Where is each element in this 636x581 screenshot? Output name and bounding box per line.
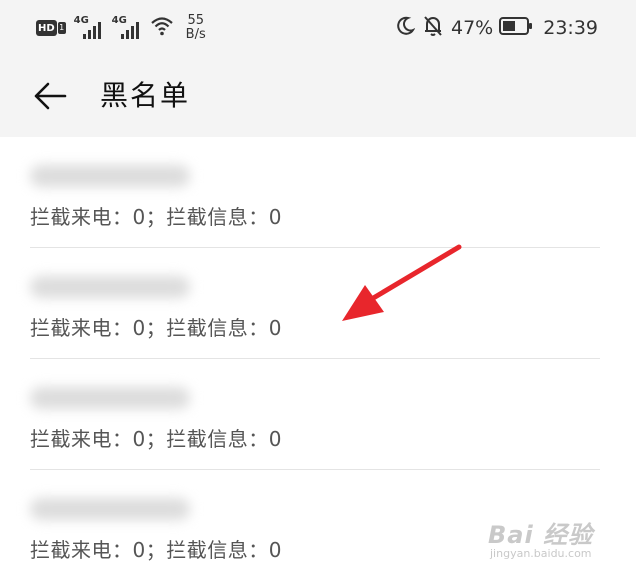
battery-percent: 47%	[451, 17, 494, 39]
blurred-phone-number	[30, 276, 190, 298]
blurred-phone-number	[30, 387, 190, 409]
speed-unit: B/s	[185, 27, 206, 42]
arrow-left-icon	[34, 82, 67, 110]
status-left: HD 1 4G 4G 55 B/s	[36, 13, 206, 43]
block-stats: 拦截来电：0；拦截信息：0	[30, 316, 282, 340]
network-speed: 55 B/s	[186, 14, 206, 42]
page-title: 黑名单	[100, 79, 191, 112]
signal-icon: 4G	[112, 15, 144, 41]
clock: 23:39	[543, 17, 598, 39]
watermark-url: jingyan.baidu.com	[490, 547, 592, 560]
blacklist-item[interactable]: 拦截来电：0；拦截信息：0	[0, 248, 636, 359]
watermark: Bai 经验 jingyan.baidu.com	[488, 511, 608, 567]
back-button[interactable]	[28, 76, 72, 116]
blacklist-item[interactable]: 拦截来电：0；拦截信息：0	[0, 137, 636, 248]
block-stats: 拦截来电：0；拦截信息：0	[30, 205, 282, 229]
signal-icon: 4G	[74, 15, 106, 41]
block-stats: 拦截来电：0；拦截信息：0	[30, 427, 282, 451]
blurred-phone-number	[30, 165, 190, 187]
watermark-logo: Bai 经验	[488, 521, 594, 549]
bell-off-icon	[423, 15, 443, 41]
status-right: 47% 23:39	[395, 13, 598, 43]
battery-icon	[499, 17, 533, 39]
app-header: 黑名单	[0, 58, 636, 137]
wifi-icon	[150, 16, 174, 40]
speed-value: 55	[187, 13, 204, 28]
blacklist-item[interactable]: 拦截来电：0；拦截信息：0	[0, 359, 636, 470]
sim1-badge: 1	[57, 22, 66, 34]
hd-badge: HD	[36, 20, 57, 36]
status-bar: HD 1 4G 4G 55 B/s 47% 23:39	[0, 0, 636, 58]
block-stats: 拦截来电：0；拦截信息：0	[30, 538, 282, 562]
blurred-phone-number	[30, 498, 190, 520]
moon-icon	[395, 16, 416, 40]
